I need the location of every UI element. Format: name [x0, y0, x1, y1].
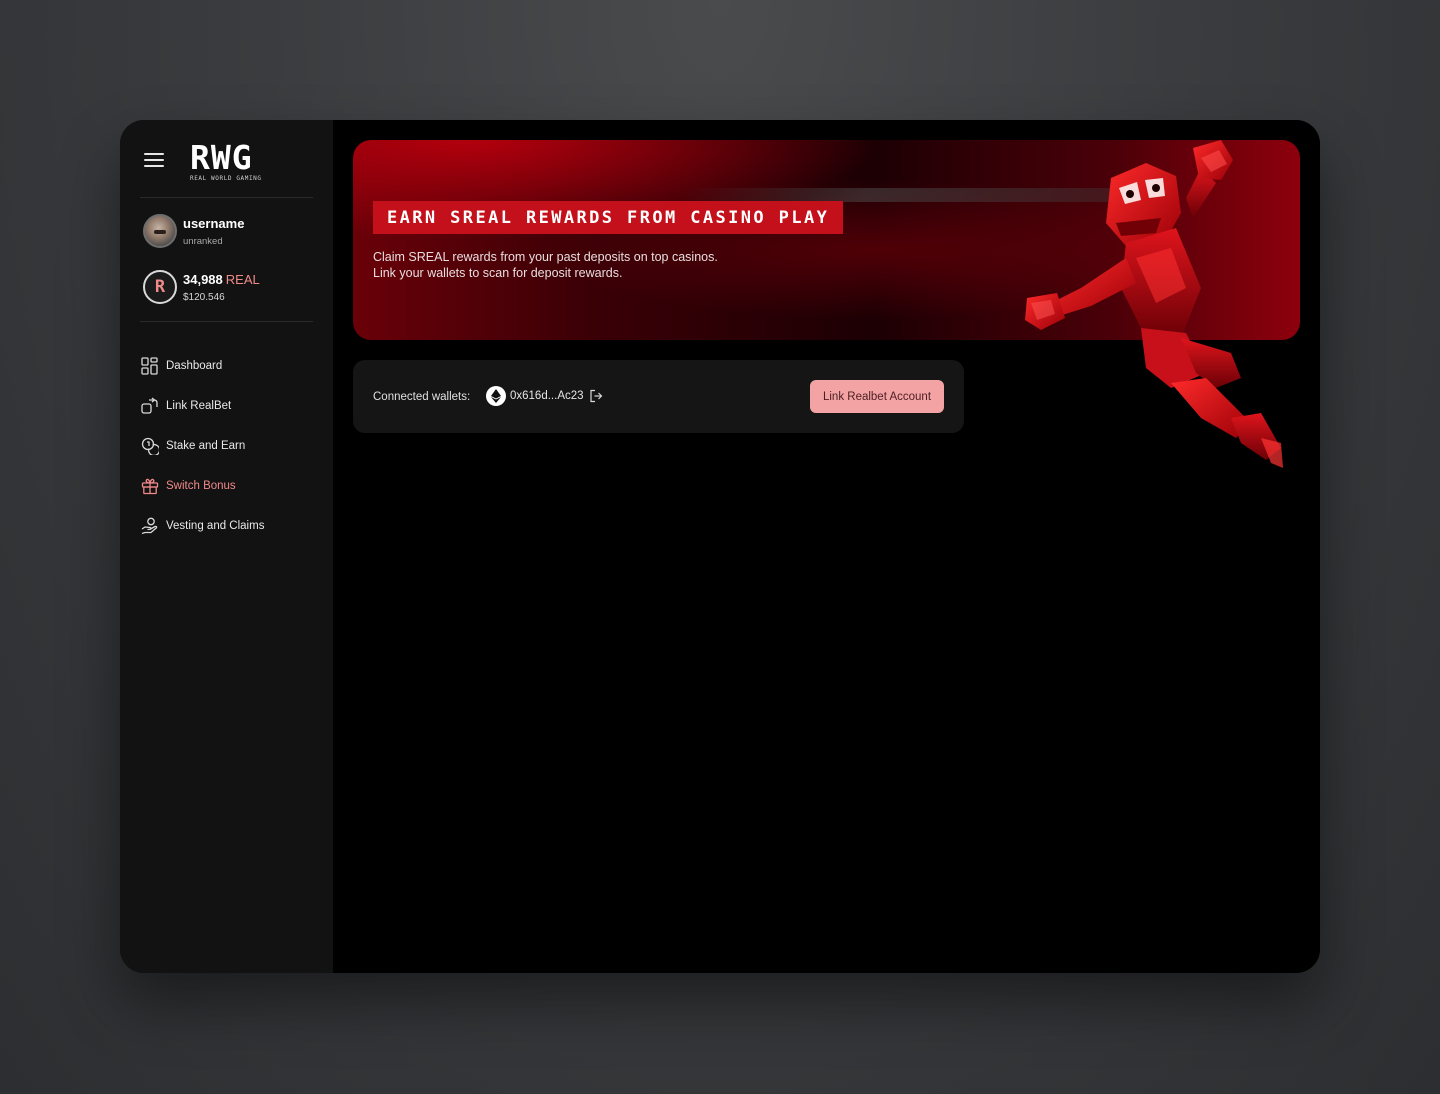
sidebar-divider — [140, 197, 313, 198]
sidebar-divider — [140, 321, 313, 322]
user-profile[interactable]: username unranked — [143, 214, 244, 248]
logo-tagline: REAL WORLD GAMING — [190, 175, 262, 182]
link-icon — [140, 396, 160, 416]
link-realbet-account-button[interactable]: Link Realbet Account — [810, 380, 944, 413]
hand-coin-icon — [140, 516, 160, 536]
disconnect-wallet-icon[interactable] — [589, 389, 603, 403]
real-token-icon: R — [143, 270, 177, 304]
brand-logo[interactable]: RWG REAL WORLD GAMING — [190, 138, 262, 182]
sidebar-item-switch-bonus[interactable]: Switch Bonus — [140, 466, 264, 506]
coins-icon — [140, 436, 160, 456]
sidebar-item-label: Stake and Earn — [166, 440, 246, 452]
app-window: RWG REAL WORLD GAMING username unranked … — [120, 120, 1320, 973]
balance-usd: $120.546 — [183, 291, 225, 303]
connected-wallets-label: Connected wallets: — [373, 391, 471, 403]
hero-title: EARN SREAL REWARDS FROM CASINO PLAY — [373, 201, 844, 234]
user-rank: unranked — [183, 235, 223, 247]
sidebar-item-label: Dashboard — [166, 360, 223, 372]
balance-amount: 34,988 REAL — [183, 271, 260, 287]
gift-icon — [140, 476, 160, 496]
sidebar-item-label: Switch Bonus — [166, 480, 236, 492]
ethereum-icon — [486, 386, 506, 406]
wallet-address-chip: 0x616d...Ac23 — [486, 386, 603, 406]
token-balance: R 34,988 REAL $120.546 — [143, 270, 260, 304]
wallet-address: 0x616d...Ac23 — [510, 390, 584, 402]
sidebar-item-label: Vesting and Claims — [166, 520, 265, 532]
hero-description: Claim SREAL rewards from your past depos… — [373, 250, 718, 280]
frog-mascot-illustration — [1025, 140, 1283, 468]
dashboard-icon — [140, 356, 160, 376]
sidebar-item-label: Link RealBet — [166, 400, 232, 412]
sidebar-item-dashboard[interactable]: Dashboard — [140, 346, 264, 386]
balance-unit: REAL — [225, 271, 260, 287]
hamburger-menu-icon[interactable] — [144, 153, 164, 169]
sidebar: RWG REAL WORLD GAMING username unranked … — [120, 120, 333, 973]
logo-wordmark: RWG — [190, 138, 253, 177]
sidebar-item-stake-and-earn[interactable]: Stake and Earn — [140, 426, 264, 466]
sidebar-item-link-realbet[interactable]: Link RealBet — [140, 386, 264, 426]
avatar — [143, 214, 177, 248]
sidebar-item-vesting-and-claims[interactable]: Vesting and Claims — [140, 506, 264, 546]
connected-wallets-card: Connected wallets: 0x616d...Ac23 Link Re… — [353, 360, 964, 433]
username: username — [183, 215, 245, 231]
main-content: EARN SREAL REWARDS FROM CASINO PLAY Clai… — [333, 120, 1320, 973]
sidebar-nav: Dashboard Link RealBet Stake and Earn Sw… — [140, 346, 264, 546]
